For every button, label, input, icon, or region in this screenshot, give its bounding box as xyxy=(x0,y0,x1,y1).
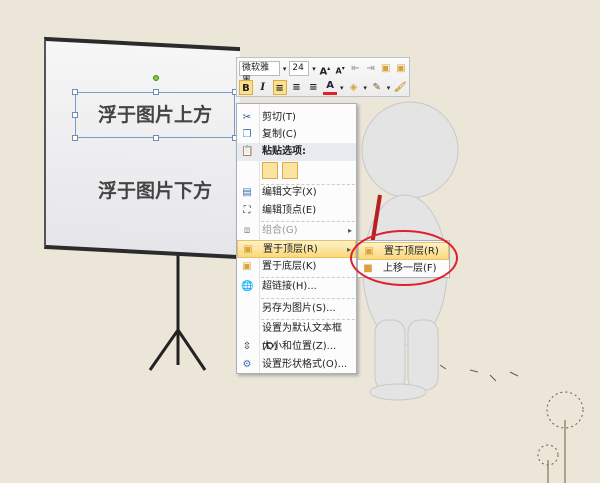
menu-label: 编辑顶点(E) xyxy=(262,205,317,216)
presentation-board xyxy=(44,36,240,260)
text-above: 浮于图片上方 xyxy=(97,104,212,126)
stand-tripod xyxy=(148,252,207,371)
menu-size-position[interactable]: ⇳ 大小和位置(Z)... xyxy=(237,338,356,356)
resize-handle[interactable] xyxy=(72,89,78,95)
copy-icon: ❐ xyxy=(242,129,252,140)
menu-set-default-textbox[interactable]: 设置为默认文本框(D) xyxy=(237,320,356,352)
menu-label: 另存为图片(S)... xyxy=(262,303,336,314)
scissors-icon: ✂ xyxy=(242,112,252,123)
submenu-arrow-icon: ▸ xyxy=(346,245,351,254)
paste-keep-text-icon[interactable] xyxy=(262,162,278,179)
menu-save-as-picture[interactable]: 另存为图片(S)... xyxy=(237,300,356,318)
fill-color-icon[interactable]: ◈ xyxy=(347,80,361,95)
menu-bring-to-front[interactable]: ▣ 置于顶层(R) ▸ xyxy=(237,240,356,258)
rotate-handle[interactable] xyxy=(153,75,159,81)
selected-text-box[interactable]: 浮于图片上方 xyxy=(72,75,238,141)
menu-label: 上移一层(F) xyxy=(383,263,437,274)
menu-label: 粘贴选项: xyxy=(262,146,306,157)
menu-send-to-back[interactable]: ▣ 置于底层(K) xyxy=(237,258,356,276)
menu-group[interactable]: ⧈ 组合(G) ▸ xyxy=(237,222,356,240)
grow-font-icon[interactable]: A▴ xyxy=(319,61,331,77)
outline-color-icon[interactable]: ✎ xyxy=(370,80,384,95)
font-select[interactable]: 微软雅黑 xyxy=(239,61,280,86)
align-right-icon[interactable]: ≡ xyxy=(306,80,320,95)
submenu-bring-forward[interactable]: ■ 上移一层(F) xyxy=(358,260,449,278)
paste-picture-icon[interactable] xyxy=(282,162,298,179)
globe-link-icon: 🌐 xyxy=(241,281,254,292)
menu-cut[interactable]: ✂ 剪切(T) xyxy=(237,109,356,127)
send-back-icon[interactable]: ▣ xyxy=(395,61,407,76)
bold-button[interactable]: B xyxy=(239,80,253,95)
menu-copy[interactable]: ❐ 复制(C) xyxy=(237,126,356,144)
italic-button[interactable]: I xyxy=(256,80,270,95)
increase-indent-icon[interactable]: ⇥ xyxy=(364,61,376,76)
format-shape-icon: ⚙ xyxy=(242,359,252,370)
menu-label: 设置形状格式(O)... xyxy=(262,359,348,370)
menu-label: 大小和位置(Z)... xyxy=(262,341,337,352)
paste-options-header: 📋 粘贴选项: xyxy=(237,143,356,161)
menu-label: 置于顶层(R) xyxy=(263,244,318,255)
resize-handle[interactable] xyxy=(72,112,78,118)
menu-label: 置于顶层(R) xyxy=(384,246,439,257)
text-below[interactable]: 浮于图片下方 xyxy=(75,176,235,206)
menu-edit-text[interactable]: ▤ 编辑文字(X) xyxy=(237,184,356,202)
bring-front-icon[interactable]: ▣ xyxy=(380,61,392,76)
shrink-font-icon[interactable]: A▾ xyxy=(334,61,346,76)
menu-label: 剪切(T) xyxy=(262,112,296,123)
send-back-icon: ▣ xyxy=(242,261,252,272)
divider xyxy=(261,298,355,299)
menu-label: 组合(G) xyxy=(262,225,298,236)
decrease-indent-icon[interactable]: ⇤ xyxy=(349,61,361,76)
dandelion-decoration xyxy=(439,364,584,483)
resize-handle[interactable] xyxy=(153,89,159,95)
menu-label: 置于底层(K) xyxy=(262,261,317,272)
context-menu: ✂ 剪切(T) ❐ 复制(C) 📋 粘贴选项: ▤ 编辑文字(X) ⛶ 编辑顶点(E) ⧈… xyxy=(236,103,357,374)
submenu-arrow-icon: ▸ xyxy=(347,226,352,235)
menu-label: 编辑文字(X) xyxy=(262,187,317,198)
group-icon: ⧈ xyxy=(243,225,251,236)
menu-format-shape[interactable]: ⚙ 设置形状格式(O)... xyxy=(237,356,356,374)
font-color-icon[interactable]: A xyxy=(323,80,337,95)
menu-edit-points[interactable]: ⛶ 编辑顶点(E) xyxy=(237,202,356,220)
resize-handle[interactable] xyxy=(153,135,159,141)
format-painter-icon[interactable]: 🖌 xyxy=(393,80,407,95)
mini-toolbar: 微软雅黑▾ 24▾ A▴ A▾ ⇤ ⇥ ▣ ▣ B I ≡ ≡ ≡ A▾ ◈▾ … xyxy=(236,57,410,97)
edit-points-icon: ⛶ xyxy=(243,205,251,216)
align-center-icon[interactable]: ≡ xyxy=(290,80,304,95)
resize-handle[interactable] xyxy=(72,135,78,141)
menu-label: 超链接(H)... xyxy=(262,281,317,292)
font-size-select[interactable]: 24 xyxy=(289,61,310,76)
arrange-submenu: ▣ 置于顶层(R) ■ 上移一层(F) xyxy=(357,240,450,278)
bring-front-icon: ▣ xyxy=(364,246,374,257)
bring-front-icon: ▣ xyxy=(243,244,253,255)
edit-text-icon: ▤ xyxy=(242,187,252,198)
paste-icon: 📋 xyxy=(241,146,254,157)
align-left-icon[interactable]: ≡ xyxy=(272,80,287,95)
menu-label: 复制(C) xyxy=(262,129,297,140)
submenu-bring-to-front[interactable]: ▣ 置于顶层(R) xyxy=(358,242,449,260)
bring-forward-icon: ■ xyxy=(363,263,373,274)
menu-hyperlink[interactable]: 🌐 超链接(H)... xyxy=(237,278,356,296)
size-position-icon: ⇳ xyxy=(242,341,252,352)
